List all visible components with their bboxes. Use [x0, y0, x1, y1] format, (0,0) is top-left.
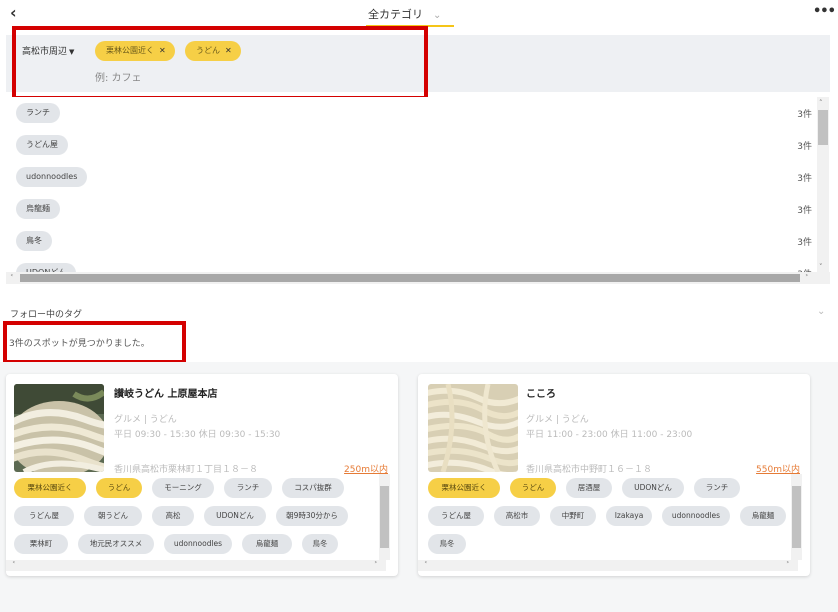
- category-label: 全カテゴリ: [368, 8, 423, 21]
- tag-chip[interactable]: 中野町: [550, 506, 596, 526]
- list-item[interactable]: ランチ 3件: [6, 97, 814, 129]
- spot-card[interactable]: こころ グルメ | うどん 平日 11:00 - 23:00 休日 11:00 …: [418, 374, 810, 576]
- tag-chip[interactable]: 鳥冬: [16, 231, 52, 251]
- back-icon[interactable]: ‹: [10, 4, 26, 22]
- area-selector[interactable]: 高松市周辺 ▼: [22, 44, 74, 57]
- spot-photo[interactable]: [14, 384, 104, 472]
- spot-hours: 平日 09:30 - 15:30 休日 09:30 - 15:30: [114, 430, 281, 440]
- tag-chip[interactable]: UDONどん: [622, 478, 684, 498]
- tag-chip[interactable]: udonnoodles: [16, 167, 88, 187]
- list-item[interactable]: 烏龍麺 3件: [6, 193, 814, 225]
- list-item[interactable]: udonnoodles 3件: [6, 161, 814, 193]
- tag-chip[interactable]: udonnoodles: [662, 506, 730, 526]
- scroll-up-icon[interactable]: ˄: [819, 99, 823, 107]
- tag-chip[interactable]: 地元民オススメ: [78, 534, 154, 554]
- spot-photo[interactable]: [428, 384, 518, 472]
- scroll-right-icon[interactable]: ˃: [786, 561, 790, 569]
- tag-count: 3件: [797, 110, 812, 120]
- tag-chip[interactable]: うどん屋: [428, 506, 484, 526]
- spot-card[interactable]: 讃岐うどん 上原屋本店 グルメ | うどん 平日 09:30 - 15:30 休…: [6, 374, 398, 576]
- scroll-down-icon[interactable]: ˅: [819, 263, 823, 271]
- result-count-text: 3件のスポットが見つかりました。: [9, 339, 150, 349]
- tag-chip[interactable]: 朝9時30分から: [276, 506, 348, 526]
- tag-chip[interactable]: うどん: [96, 478, 142, 498]
- tag-chip[interactable]: 鳥冬: [302, 534, 338, 554]
- list-item[interactable]: うどん屋 3件: [6, 129, 814, 161]
- spot-title[interactable]: こころ: [526, 385, 556, 400]
- tag-chip[interactable]: 朝うどん: [84, 506, 142, 526]
- spot-title[interactable]: 讃岐うどん 上原屋本店: [114, 385, 217, 400]
- tag-list: ランチ 3件 うどん屋 3件 udonnoodles 3件 烏龍麺 3件 鳥冬 …: [6, 97, 830, 285]
- scrollbar-thumb[interactable]: [20, 274, 800, 282]
- tag-chip[interactable]: UDONどん: [204, 506, 266, 526]
- selected-tag-label: 栗林公園近く: [106, 46, 154, 55]
- spot-genre: グルメ | うどん: [114, 415, 177, 425]
- scroll-left-icon[interactable]: ˂: [424, 561, 428, 569]
- tag-chip[interactable]: 高松市: [494, 506, 540, 526]
- more-icon[interactable]: •••: [813, 4, 836, 19]
- tag-chip[interactable]: モーニング: [152, 478, 214, 498]
- tag-chip[interactable]: 烏龍麺: [16, 199, 60, 219]
- tag-count: 3件: [797, 206, 812, 216]
- tag-chip[interactable]: 烏龍麺: [740, 506, 786, 526]
- tag-count: 3件: [797, 174, 812, 184]
- tag-chip[interactable]: うどん屋: [14, 506, 74, 526]
- scrollbar-thumb[interactable]: [792, 486, 801, 548]
- category-selector[interactable]: 全カテゴリ ⌄: [368, 6, 441, 22]
- tag-chip[interactable]: うどん: [510, 478, 556, 498]
- tag-chip[interactable]: udonnoodles: [164, 534, 232, 554]
- tag-chip[interactable]: 烏龍麺: [242, 534, 292, 554]
- chevron-down-icon: ⌄: [433, 10, 442, 21]
- tag-chip[interactable]: ランチ: [16, 103, 60, 123]
- tag-count: 3件: [797, 142, 812, 152]
- spot-hours: 平日 11:00 - 23:00 休日 11:00 - 23:00: [526, 430, 693, 440]
- horizontal-scrollbar[interactable]: [418, 560, 798, 571]
- tag-chip[interactable]: 栗林公園近く: [14, 478, 86, 498]
- tag-chip[interactable]: うどん屋: [16, 135, 68, 155]
- tag-chip[interactable]: コスパ抜群: [282, 478, 344, 498]
- selected-tag-chip: うどん ✕: [185, 41, 241, 61]
- list-item[interactable]: 鳥冬 3件: [6, 225, 814, 257]
- tag-chip[interactable]: ランチ: [694, 478, 740, 498]
- chevron-down-icon: ▼: [69, 48, 75, 56]
- tag-chip[interactable]: ランチ: [224, 478, 272, 498]
- scrollbar-thumb[interactable]: [818, 110, 828, 145]
- scroll-right-icon[interactable]: ˃: [374, 561, 378, 569]
- tag-chip[interactable]: Izakaya: [606, 506, 652, 526]
- tag-chip[interactable]: 居酒屋: [566, 478, 612, 498]
- followed-tags-label[interactable]: フォロー中のタグ: [10, 307, 82, 320]
- selected-tag-chip: 栗林公園近く ✕: [95, 41, 175, 61]
- spot-address: 香川県高松市中野町１６－１８: [526, 465, 653, 475]
- scroll-right-icon[interactable]: ˃: [805, 274, 809, 282]
- scrollbar-thumb[interactable]: [380, 486, 389, 548]
- selected-tag-label: うどん: [196, 46, 220, 55]
- tag-chip[interactable]: 高松: [152, 506, 194, 526]
- horizontal-scrollbar[interactable]: [6, 560, 386, 571]
- close-icon[interactable]: ✕: [225, 46, 232, 55]
- close-icon[interactable]: ✕: [159, 46, 166, 55]
- spot-tags: 栗林公園近く うどん 居酒屋 UDONどん ランチ うどん屋 高松市 中野町 I…: [428, 478, 798, 560]
- tag-chip[interactable]: 栗林町: [14, 534, 68, 554]
- scroll-left-icon[interactable]: ˂: [10, 274, 14, 282]
- scroll-left-icon[interactable]: ˂: [12, 561, 16, 569]
- spot-address: 香川県高松市栗林町１丁目１８－８: [114, 465, 259, 475]
- spot-genre: グルメ | うどん: [526, 415, 589, 425]
- chevron-down-icon[interactable]: ⌄: [817, 306, 825, 317]
- category-underline: [366, 25, 454, 27]
- spot-tags: 栗林公園近く うどん モーニング ランチ コスパ抜群 うどん屋 朝うどん 高松 …: [14, 478, 384, 560]
- tag-count: 3件: [797, 238, 812, 248]
- area-label: 高松市周辺: [22, 47, 68, 57]
- search-input[interactable]: 例: カフェ: [95, 69, 142, 84]
- tag-chip[interactable]: 鳥冬: [428, 534, 466, 554]
- tag-chip[interactable]: 栗林公園近く: [428, 478, 500, 498]
